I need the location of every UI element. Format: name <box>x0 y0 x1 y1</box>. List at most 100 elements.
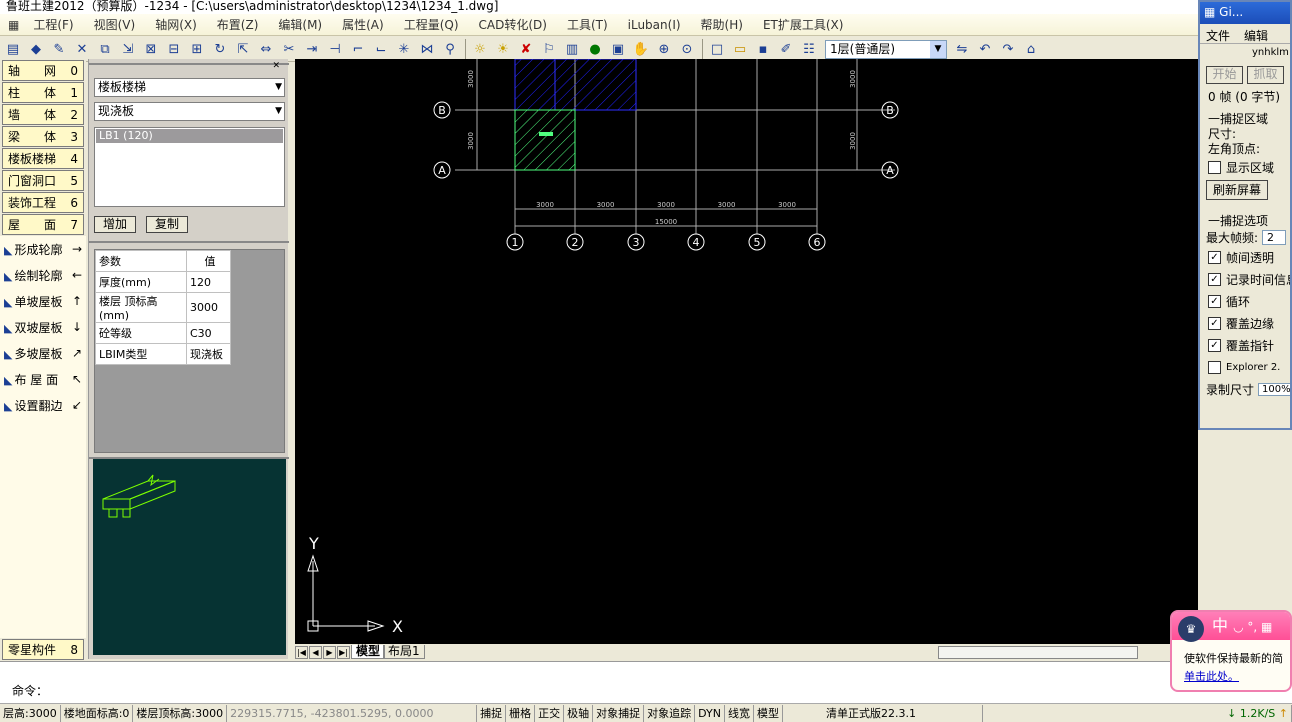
module-0[interactable]: 轴 网 0 <box>2 60 84 81</box>
project-icon[interactable]: ▤ <box>2 38 24 60</box>
table-row[interactable]: 砼等级 C30 <box>95 322 231 344</box>
param-value[interactable]: 3000 <box>186 292 231 323</box>
match-icon[interactable]: ⋈ <box>416 38 438 60</box>
module-3[interactable]: 梁 体 3 <box>2 126 84 147</box>
slab-lb1-region[interactable] <box>514 109 576 171</box>
status-toggle-2[interactable]: 正交 <box>535 704 565 722</box>
zoom-window-icon[interactable]: ⊙ <box>676 38 698 60</box>
menu-file[interactable]: 文件 <box>1206 27 1230 43</box>
status-toggle-0[interactable]: 捕捉 <box>477 704 507 722</box>
delete-icon[interactable]: ✕ <box>71 38 93 60</box>
prev-tab-icon[interactable]: ◀ <box>309 645 322 659</box>
checkbox-checked[interactable]: ✓ <box>1208 294 1221 308</box>
module-6[interactable]: 装饰工程 6 <box>2 192 84 213</box>
option-row-3[interactable]: ✓ 覆盖边缘 <box>1200 312 1290 334</box>
menu-item-5[interactable]: 属性(A) <box>332 16 394 33</box>
new-icon[interactable]: □ <box>706 38 728 60</box>
roof-command-5[interactable]: ◣ 布 屋 面 ↖ <box>0 366 86 392</box>
module-5[interactable]: 门窗洞口 5 <box>2 170 84 191</box>
copy-button[interactable]: 复制 <box>146 216 188 233</box>
menu-item-9[interactable]: iLuban(I) <box>618 18 691 32</box>
checkbox[interactable] <box>1208 360 1221 374</box>
next-tab-icon[interactable]: ▶ <box>323 645 336 659</box>
param-value[interactable]: 现浇板 <box>186 343 231 365</box>
roof-command-4[interactable]: ◣ 多坡屋板 ↗ <box>0 340 86 366</box>
menu-item-6[interactable]: 工程量(Q) <box>394 16 469 33</box>
rotate-icon[interactable]: ↻ <box>209 38 231 60</box>
stretch-icon[interactable]: ⇔ <box>255 38 277 60</box>
roof-command-3[interactable]: ◣ 双坡屋板 ↓ <box>0 314 86 340</box>
floor-copy-icon[interactable]: ⇋ <box>951 38 973 60</box>
module-7[interactable]: 屋 面 7 <box>2 214 84 235</box>
redo-icon[interactable]: ↷ <box>997 38 1019 60</box>
menu-item-3[interactable]: 布置(Z) <box>207 16 269 33</box>
checkbox-checked[interactable]: ✓ <box>1208 316 1221 330</box>
calc-icon[interactable]: ⌂ <box>1020 38 1042 60</box>
show-area-row[interactable]: 显示区域 <box>1200 156 1290 178</box>
menu-item-7[interactable]: CAD转化(D) <box>469 16 557 33</box>
menu-edit[interactable]: 编辑 <box>1244 27 1268 43</box>
brush-icon[interactable]: ✎ <box>48 38 70 60</box>
open-icon[interactable]: ◆ <box>25 38 47 60</box>
category-select[interactable]: 楼板楼梯 ▼ <box>94 78 285 97</box>
grab-button[interactable]: 抓取 <box>1247 66 1284 84</box>
table-row[interactable]: LBIM类型 现浇板 <box>95 343 231 365</box>
menu-item-11[interactable]: ET扩展工具(X) <box>753 16 854 33</box>
module-2[interactable]: 墙 体 2 <box>2 104 84 125</box>
turtle-icon[interactable]: ● <box>584 38 606 60</box>
edit-icon[interactable]: ✐ <box>775 38 797 60</box>
fps-input[interactable]: 2 <box>1262 229 1287 245</box>
copy-icon[interactable]: ⧉ <box>94 38 116 60</box>
offset-icon[interactable]: ⊟ <box>163 38 185 60</box>
paint-icon[interactable]: ⚲ <box>439 38 461 60</box>
checkbox-checked[interactable]: ✓ <box>1208 250 1221 264</box>
status-toggle-5[interactable]: 对象追踪 <box>644 704 696 722</box>
view-icon[interactable]: ▣ <box>607 38 629 60</box>
refresh-button[interactable]: 刷新屏幕 <box>1206 180 1268 200</box>
status-toggle-7[interactable]: 线宽 <box>725 704 754 722</box>
pan-icon[interactable]: ✋ <box>630 38 652 60</box>
roof-command-1[interactable]: ◣ 绘制轮廓 ← <box>0 262 86 288</box>
floor-select[interactable]: 1层(普通层) ▼ <box>825 39 947 59</box>
folder-icon[interactable]: ▭ <box>729 38 751 60</box>
layer-icon[interactable]: ▥ <box>561 38 583 60</box>
option-row-2[interactable]: ✓ 循环 <box>1200 290 1290 312</box>
properties-icon[interactable]: ☷ <box>798 38 820 60</box>
break-icon[interactable]: ⊣ <box>324 38 346 60</box>
roof-command-2[interactable]: ◣ 单坡屋板 ↑ <box>0 288 86 314</box>
checkbox-checked[interactable]: ✓ <box>1208 272 1221 286</box>
bulb-on-icon[interactable]: ☀ <box>492 38 514 60</box>
mirror-icon[interactable]: ⊠ <box>140 38 162 60</box>
tab-layout1[interactable]: 布局1 <box>383 645 425 659</box>
chamfer-icon[interactable]: ⌙ <box>370 38 392 60</box>
last-tab-icon[interactable]: ▶| <box>337 645 350 659</box>
option-row-4[interactable]: ✓ 覆盖指针 <box>1200 334 1290 356</box>
module-bottom-0[interactable]: 零星构件 8 <box>2 639 84 660</box>
explode-icon[interactable]: ✳ <box>393 38 415 60</box>
menu-item-1[interactable]: 视图(V) <box>84 16 146 33</box>
roof-command-6[interactable]: ◣ 设置翻边 ↙ <box>0 392 86 418</box>
checkbox[interactable] <box>1208 160 1221 174</box>
checkbox-checked[interactable]: ✓ <box>1208 338 1221 352</box>
status-toggle-8[interactable]: 模型 <box>754 704 783 722</box>
fillet-icon[interactable]: ⌐ <box>347 38 369 60</box>
option-row-1[interactable]: ✓ 记录时间信息 <box>1200 268 1290 290</box>
table-row[interactable]: 厚度(mm) 120 <box>95 271 231 293</box>
bulb-icon[interactable]: ☼ <box>469 38 491 60</box>
array-icon[interactable]: ⊞ <box>186 38 208 60</box>
window-icon[interactable]: ▦ <box>4 18 23 32</box>
zoom-in-icon[interactable]: ⊕ <box>653 38 675 60</box>
save-icon[interactable]: ▪ <box>752 38 774 60</box>
horizontal-scrollbar[interactable] <box>937 645 1138 659</box>
update-link[interactable]: 单击此处。 <box>1184 668 1239 684</box>
param-value[interactable]: 120 <box>186 271 231 293</box>
status-toggle-4[interactable]: 对象捕捉 <box>593 704 645 722</box>
trim-icon[interactable]: ✂ <box>278 38 300 60</box>
subtype-select[interactable]: 现浇板 ▼ <box>94 102 285 121</box>
command-line[interactable]: 命令： <box>0 661 1292 703</box>
extend-icon[interactable]: ⇥ <box>301 38 323 60</box>
bulb-off-icon[interactable]: ✘ <box>515 38 537 60</box>
add-button[interactable]: 增加 <box>94 216 136 233</box>
find-icon[interactable]: ⚐ <box>538 38 560 60</box>
start-button[interactable]: 开始 <box>1206 66 1243 84</box>
